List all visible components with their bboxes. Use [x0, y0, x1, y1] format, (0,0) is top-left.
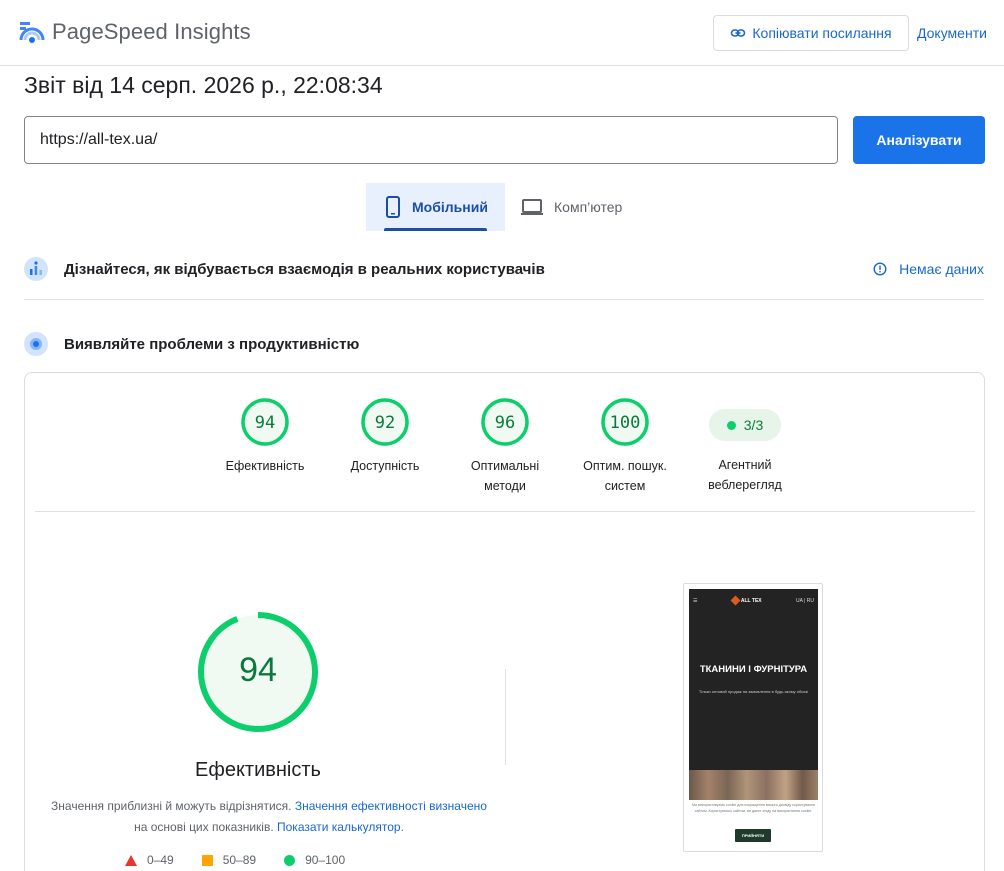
- analyze-button[interactable]: Аналізувати: [853, 116, 985, 164]
- legend-pass: 90–100: [284, 853, 345, 867]
- hamburger-menu-icon: ☰: [693, 597, 698, 604]
- pass-dot-icon: [726, 420, 736, 430]
- link-icon: [731, 29, 746, 37]
- red-triangle-icon: [125, 854, 137, 866]
- note-text: на основі цих показників.: [134, 820, 277, 834]
- note-text: .: [400, 820, 404, 834]
- copy-link-label: Копіювати посилання: [752, 25, 892, 41]
- report-title: Звіт від 14 серп. 2026 р., 22:08:34: [24, 72, 383, 98]
- score-label: Доступність: [350, 459, 420, 473]
- tab-desktop[interactable]: Комп’ютер: [520, 183, 650, 231]
- screenshot-nav: ☰ ALL TEX UA | RU: [693, 595, 814, 606]
- url-input[interactable]: [24, 116, 838, 164]
- score-label: Оптим. пошук. систем: [583, 459, 667, 493]
- screenshot-subline: Тільки оптовий продаж на замовлення в бу…: [698, 689, 809, 694]
- score-gauge-best-practices[interactable]: 96 Оптимальні методи: [445, 397, 565, 496]
- tab-mobile-label: Мобільний: [412, 199, 488, 215]
- score-label: Агентний веблерегляд: [708, 458, 782, 492]
- score-gauge-accessibility[interactable]: 92 Доступність: [325, 397, 445, 476]
- orange-square-icon: [201, 854, 213, 866]
- logo-mark-icon: [730, 595, 741, 606]
- performance-issues-section: Виявляйте проблеми з продуктивністю: [24, 332, 984, 356]
- real-users-title: Дізнайтеся, як відбувається взаємодія в …: [64, 260, 545, 278]
- legend-range: 50–89: [222, 853, 257, 867]
- section-divider: [24, 299, 984, 300]
- score-value: 94: [255, 413, 275, 433]
- users-chart-icon: [24, 257, 48, 281]
- performance-issues-title: Виявляйте проблеми з продуктивністю: [64, 335, 360, 353]
- screenshot-cookie-text: Ми використовуємо cookie для покращення …: [692, 803, 815, 813]
- no-data-label: Немає даних: [899, 261, 984, 277]
- score-ring: 96: [481, 398, 529, 446]
- mobile-phone-icon: [386, 196, 400, 218]
- agentic-badge: 3/3: [709, 409, 781, 441]
- score-ring: 100: [601, 398, 649, 446]
- score-label: Оптимальні методи: [470, 459, 540, 493]
- screenshot-logo: ALL TEX: [730, 595, 762, 606]
- show-calculator-link[interactable]: Показати калькулятор: [277, 820, 401, 834]
- legend-average: 50–89: [201, 853, 257, 867]
- performance-big-gauge: 94: [198, 612, 318, 732]
- no-data-link[interactable]: Немає даних: [873, 261, 984, 277]
- screenshot-headline: ТКАНИНИ І ФУРНІТУРА: [699, 664, 808, 675]
- screenshot-lang: UA | RU: [796, 597, 814, 604]
- score-ring: 94: [241, 398, 289, 446]
- green-circle-icon: [284, 854, 296, 866]
- legend-range: 90–100: [305, 853, 346, 867]
- screenshot-hero: ☰ ALL TEX UA | RU ТКАНИНИ І ФУРНІТУРА Ті…: [689, 589, 818, 770]
- score-gauge-agentic-browsing[interactable]: 3/3 Агентний веблерегляд: [685, 397, 805, 495]
- performance-score-value: 94: [239, 651, 277, 689]
- performance-note: Значення приблизні й можуть відрізнятися…: [49, 796, 489, 838]
- docs-link[interactable]: Документи: [917, 25, 987, 41]
- score-value: 92: [375, 413, 395, 433]
- legend-fail: 0–49: [125, 853, 174, 867]
- report-card: 94 Ефективність 92 Доступність 96 Оптима…: [24, 372, 985, 871]
- copy-link-button[interactable]: Копіювати посилання: [713, 15, 909, 51]
- score-ring: 92: [361, 398, 409, 446]
- performance-title: Ефективність: [195, 759, 321, 781]
- card-divider: [35, 511, 975, 512]
- laptop-icon: [521, 199, 543, 215]
- screenshot-logo-text: ALL TEX: [740, 597, 762, 604]
- agentic-value: 3/3: [743, 417, 764, 433]
- score-value: 100: [610, 413, 641, 433]
- note-text: Значення приблизні й можуть відрізнятися…: [51, 799, 295, 813]
- info-icon: [873, 262, 887, 276]
- real-users-section: Дізнайтеся, як відбувається взаємодія в …: [24, 257, 984, 281]
- score-gauge-performance[interactable]: 94 Ефективність: [205, 397, 325, 476]
- score-gauge-seo[interactable]: 100 Оптим. пошук. систем: [565, 397, 685, 496]
- vertical-divider: [505, 669, 506, 765]
- app-title[interactable]: PageSpeed Insights: [52, 19, 251, 45]
- legend-range: 0–49: [147, 853, 174, 867]
- score-legend: 0–49 50–89 90–100: [125, 853, 345, 867]
- screenshot-fabric-image: [689, 770, 818, 800]
- score-value: 96: [495, 413, 515, 433]
- tab-mobile[interactable]: Мобільний: [366, 183, 505, 231]
- tab-desktop-label: Комп’ютер: [554, 199, 623, 215]
- top-bar: PageSpeed Insights Копіювати посилання Д…: [0, 0, 1004, 66]
- screenshot-accept-button: ПРИЙНЯТИ: [735, 829, 771, 842]
- final-screenshot[interactable]: ☰ ALL TEX UA | RU ТКАНИНИ І ФУРНІТУРА Ті…: [683, 583, 823, 852]
- score-explanation-link[interactable]: Значення ефективності визначено: [295, 799, 487, 813]
- score-label: Ефективність: [225, 459, 305, 473]
- pagespeed-logo-icon[interactable]: [18, 18, 46, 46]
- lighthouse-icon: [24, 332, 48, 356]
